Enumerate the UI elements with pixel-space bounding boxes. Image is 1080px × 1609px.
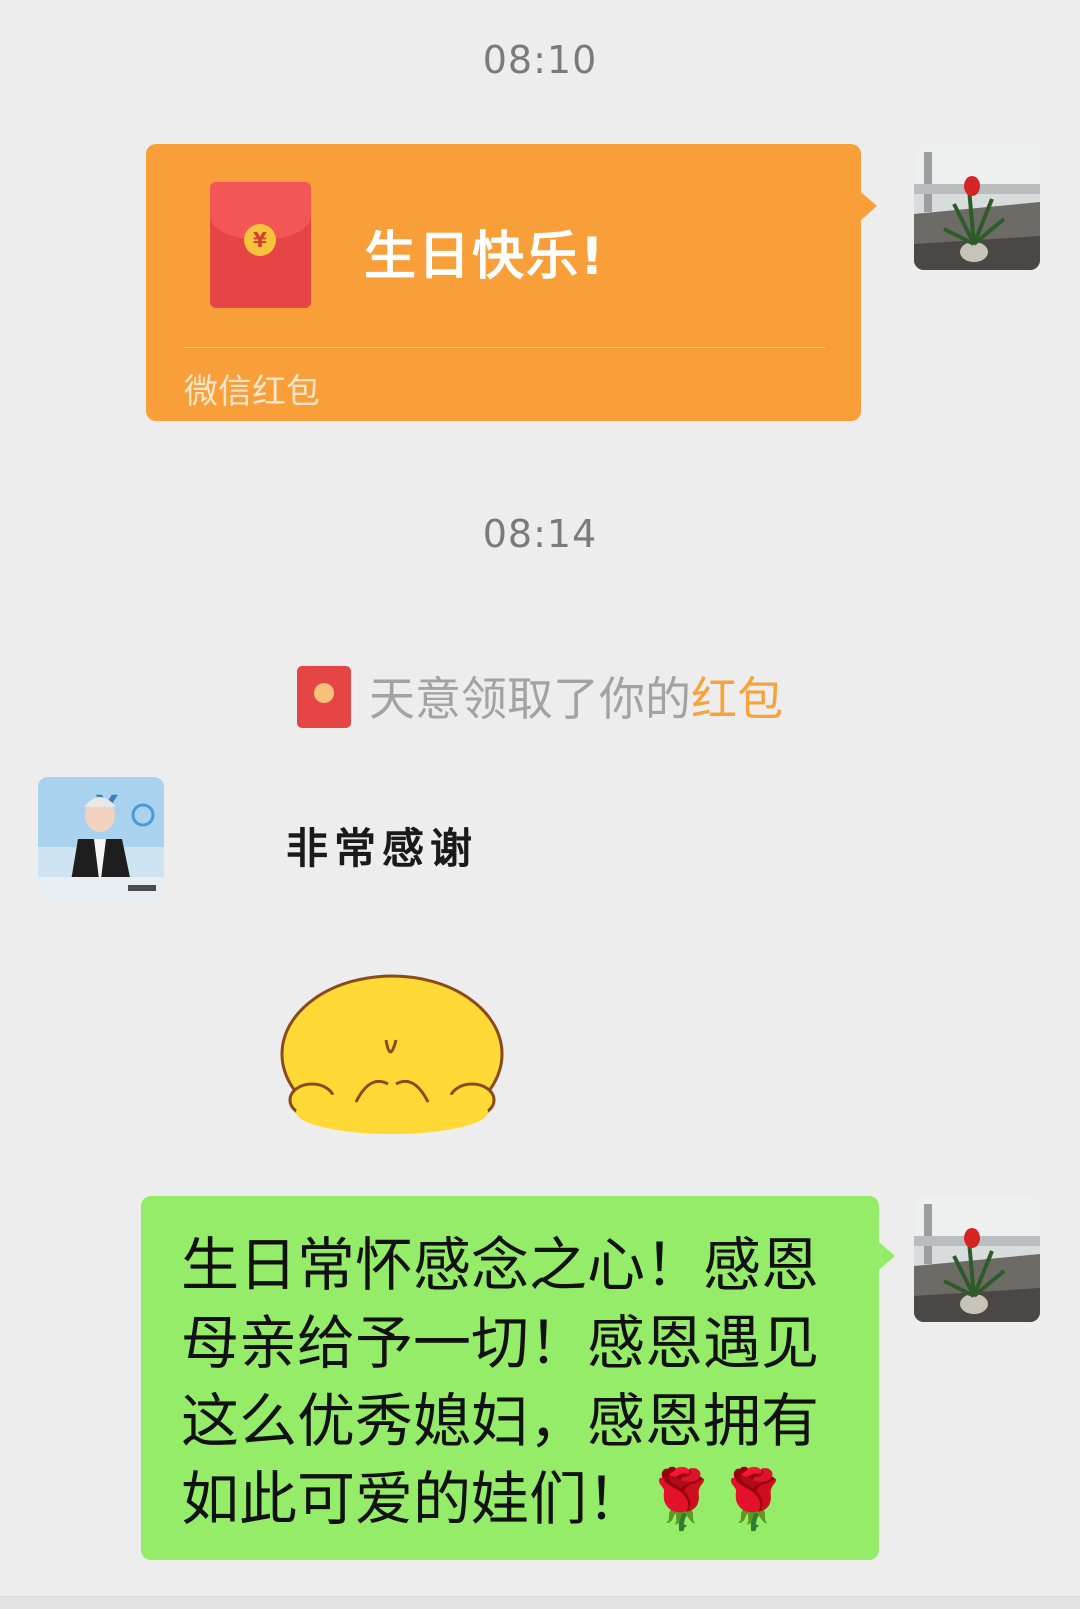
timestamp: 08:14 (482, 512, 598, 556)
timestamp: 08:10 (482, 38, 598, 82)
red-packet-title: 生日快乐! (364, 227, 606, 287)
friend-avatar[interactable]: Y (38, 777, 164, 903)
notice-text: 天意领取了你的 (369, 672, 691, 726)
child-photo-avatar-icon: Y (38, 777, 164, 903)
self-avatar[interactable] (914, 144, 1040, 270)
text-message-bubble[interactable]: 生日常怀感念之心！感恩母亲给予一切！感恩遇见这么优秀媳妇，感恩拥有如此可爱的娃们… (141, 1196, 895, 1560)
potted-plant-avatar-icon (914, 1196, 1040, 1322)
coin-icon: ¥ (244, 224, 276, 256)
red-packet-received-notice: 天意领取了你的红包 (0, 663, 1080, 734)
yellow-chick-sticker-icon[interactable] (278, 972, 506, 1140)
red-packet-link[interactable]: 红包 (691, 672, 783, 726)
red-envelope-icon (297, 665, 351, 728)
divider (184, 347, 825, 348)
message-text: 生日常怀感念之心！感恩母亲给予一切！感恩遇见这么优秀媳妇，感恩拥有如此可爱的娃们… (181, 1231, 820, 1533)
red-envelope-icon: ¥ (210, 182, 311, 308)
red-packet-footer: 微信红包 (184, 372, 320, 412)
self-avatar[interactable] (914, 1196, 1040, 1322)
red-packet-message[interactable]: ¥ 生日快乐! 微信红包 (146, 144, 877, 421)
sticker-caption[interactable]: 非常感谢 (286, 815, 478, 876)
potted-plant-avatar-icon (914, 144, 1040, 270)
input-bar-edge (0, 1596, 1080, 1609)
